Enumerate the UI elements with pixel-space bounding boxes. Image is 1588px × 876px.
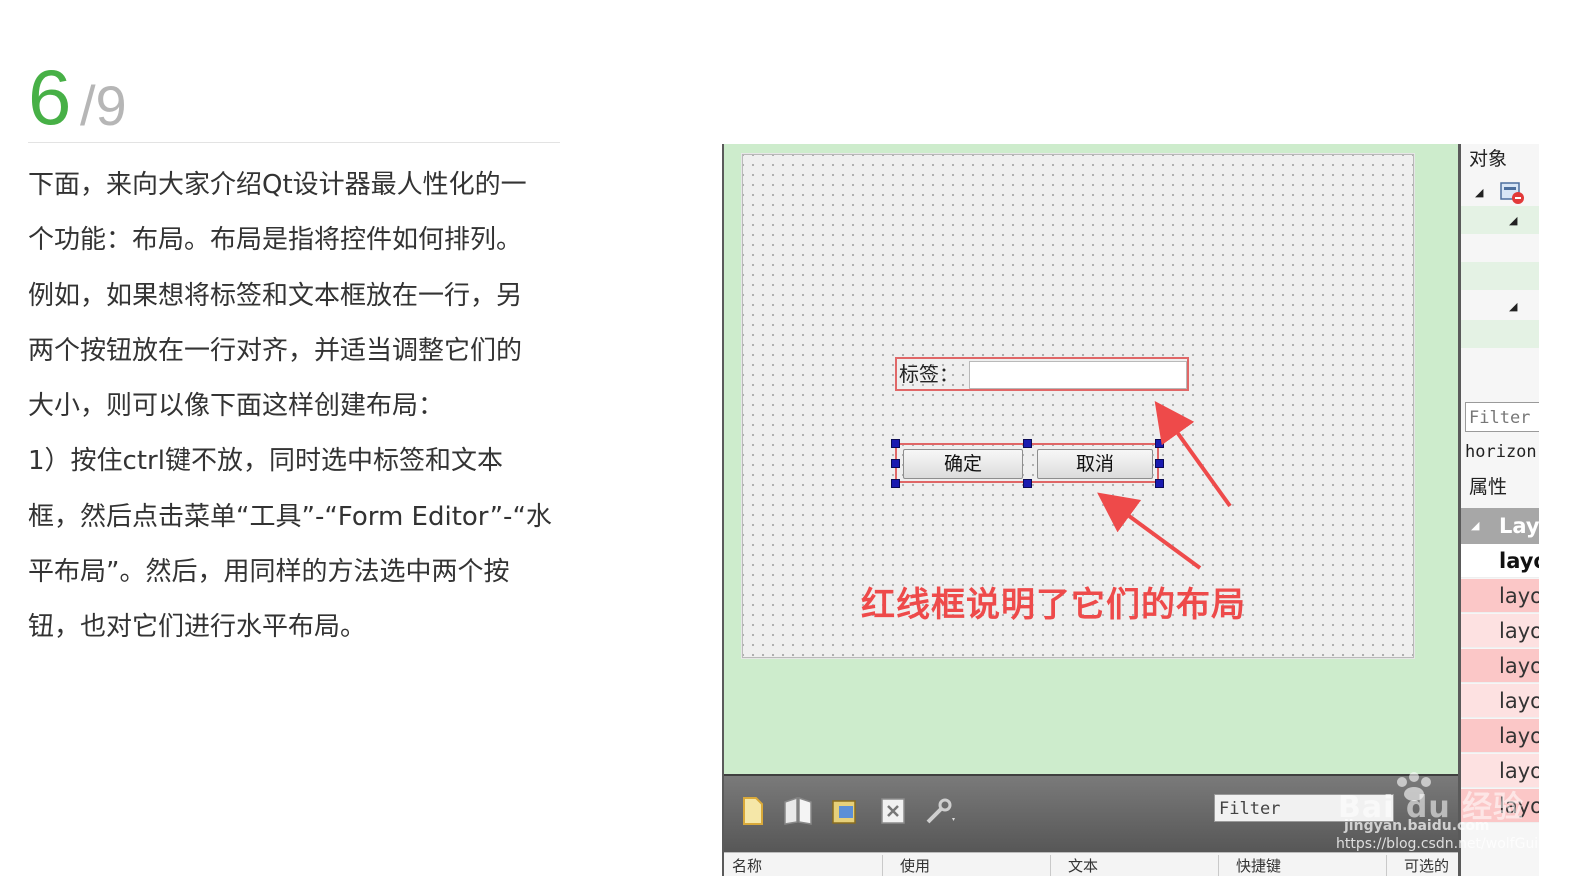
selection-handle[interactable]: [891, 479, 900, 488]
article-line: 平布局”。然后，用同样的方法选中两个按: [28, 557, 510, 588]
property-filter-input[interactable]: Filter: [1465, 402, 1539, 432]
property-editor-title: 属性: [1469, 476, 1508, 498]
property-group-header[interactable]: ◢ Lay: [1461, 508, 1539, 544]
property-row[interactable]: layo: [1461, 684, 1539, 718]
form-label[interactable]: 标签：: [899, 362, 959, 386]
article-line: 1）按住ctrl键不放，同时选中标签和文本: [28, 446, 503, 477]
property-row[interactable]: layo: [1461, 544, 1539, 578]
copy-action-icon[interactable]: [782, 794, 816, 828]
step-header: 6 /9: [28, 56, 560, 143]
selection-handle[interactable]: [1155, 459, 1164, 468]
object-tree-row[interactable]: ◢: [1461, 292, 1539, 320]
object-tree-row[interactable]: ◢: [1461, 178, 1539, 206]
action-filter-input[interactable]: Filter: [1214, 794, 1394, 822]
designer-screenshot: 标签： 确定 取消 红线框说明了它们的布局 Filter 名称 使用 文本 快捷…: [722, 144, 1460, 876]
selection-handle[interactable]: [891, 439, 900, 448]
expand-triangle-icon[interactable]: ◢: [1509, 300, 1517, 313]
delete-action-icon[interactable]: [876, 794, 910, 828]
column-header[interactable]: 名称: [724, 855, 883, 876]
column-header[interactable]: 可选的: [1396, 855, 1460, 876]
expand-triangle-icon[interactable]: ◢: [1475, 186, 1483, 199]
object-property-panel: 对象 ◢ ◢ ◢ Filter horizon 属性 ◢ Lay layo la…: [1458, 144, 1539, 876]
article-line: 框，然后点击菜单“工具”-“Form Editor”-“水: [28, 501, 552, 532]
object-tree-row[interactable]: [1461, 234, 1539, 262]
article-line: 钮，也对它们进行水平布局。: [28, 612, 367, 643]
form-object-icon: [1500, 182, 1524, 204]
article-line: 个功能：布局。布局是指将控件如何排列。: [28, 225, 523, 256]
selection-handle[interactable]: [1155, 439, 1164, 448]
article-line: 下面，来向大家介绍Qt设计器最人性化的一: [28, 170, 527, 200]
collapse-triangle-icon[interactable]: ◢: [1471, 508, 1479, 544]
property-group-label: Lay: [1499, 514, 1539, 538]
article-body: 下面，来向大家介绍Qt设计器最人性化的一 个功能：布局。布局是指将控件如何排列。…: [28, 158, 568, 656]
column-header[interactable]: 文本: [1060, 855, 1219, 876]
action-editor-toolbar: Filter: [724, 774, 1460, 854]
step-total-count: /9: [80, 74, 127, 137]
property-row[interactable]: layo: [1461, 789, 1539, 823]
action-table-header: 名称 使用 文本 快捷键 可选的: [724, 852, 1460, 876]
property-row[interactable]: layo: [1461, 754, 1539, 788]
property-row[interactable]: layo: [1461, 719, 1539, 753]
new-action-icon[interactable]: [736, 794, 770, 828]
property-row[interactable]: layo: [1461, 649, 1539, 683]
object-tree-row[interactable]: ◢: [1461, 206, 1539, 234]
current-object-name: horizon: [1465, 442, 1537, 462]
object-tree-row[interactable]: [1461, 320, 1539, 348]
horizontal-layout-label-edit[interactable]: 标签：: [895, 357, 1189, 391]
property-row[interactable]: layo: [1461, 614, 1539, 648]
paste-action-icon[interactable]: [828, 794, 862, 828]
object-inspector-title: 对象: [1469, 148, 1508, 170]
form-canvas[interactable]: 标签： 确定 取消 红线框说明了它们的布局: [742, 154, 1414, 658]
column-header[interactable]: 使用: [892, 855, 1051, 876]
object-tree-row[interactable]: [1461, 262, 1539, 290]
step-current-number: 6: [28, 53, 72, 141]
article-line: 大小，则可以像下面这样创建布局：: [28, 391, 445, 422]
selection-handle[interactable]: [1023, 439, 1032, 448]
selection-handle[interactable]: [1155, 479, 1164, 488]
selection-handle[interactable]: [891, 459, 900, 468]
expand-triangle-icon[interactable]: ◢: [1509, 214, 1517, 227]
annotation-text: 红线框说明了它们的布局: [861, 585, 1246, 625]
wrench-icon[interactable]: [924, 794, 958, 828]
cancel-button[interactable]: 取消: [1037, 449, 1153, 479]
column-header[interactable]: 快捷键: [1228, 855, 1387, 876]
article-line: 例如，如果想将标签和文本框放在一行，另: [28, 280, 523, 311]
ok-button[interactable]: 确定: [903, 449, 1023, 479]
article-line: 两个按钮放在一行对齐，并适当调整它们的: [28, 335, 523, 366]
horizontal-layout-buttons[interactable]: 确定 取消: [895, 443, 1159, 483]
selection-handle[interactable]: [1023, 479, 1032, 488]
property-row[interactable]: layo: [1461, 579, 1539, 613]
form-line-edit[interactable]: [969, 361, 1187, 389]
